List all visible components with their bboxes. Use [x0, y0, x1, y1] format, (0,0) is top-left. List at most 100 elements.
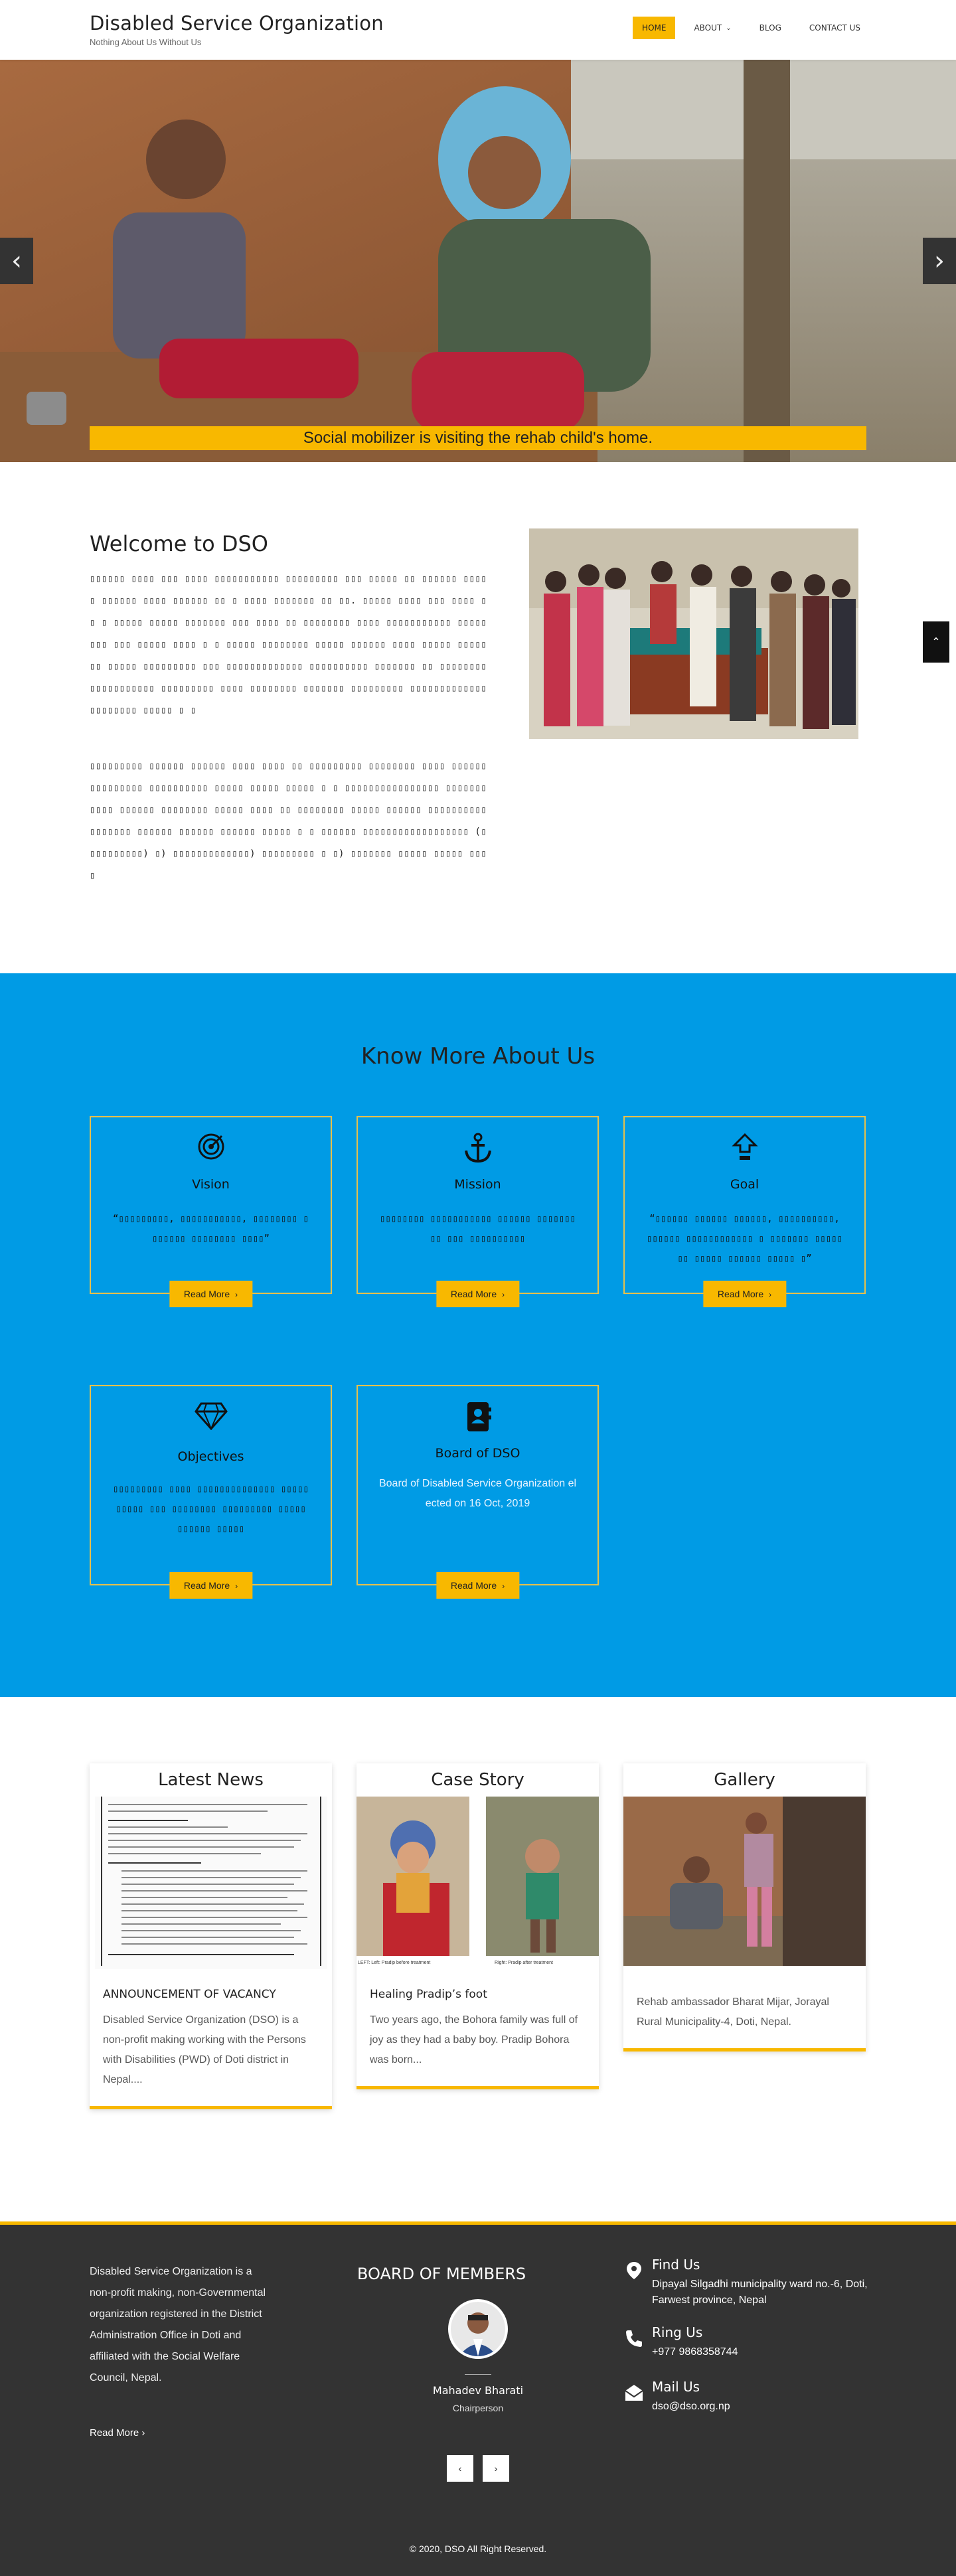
brand[interactable]: Disabled Service Organization Nothing Ab… — [90, 12, 384, 47]
card-title: Mission — [454, 1177, 501, 1192]
read-more-button[interactable]: Read More › — [702, 1281, 787, 1307]
story-excerpt: Two years ago, the Bohora family was ful… — [370, 2014, 578, 2065]
site-title[interactable]: Disabled Service Organization — [90, 12, 384, 35]
story-title[interactable]: Healing Pradip’s foot — [370, 1988, 586, 2001]
nav-blog-label: BLOG — [759, 23, 781, 33]
news-title[interactable]: ANNOUNCEMENT OF VACANCY — [103, 1988, 319, 2001]
welcome-paragraph-2: ▯▯▯▯▯▯▯▯▯ ▯▯▯▯▯▯ ▯▯▯▯▯▯ ▯▯▯▯ ▯▯▯▯ ▯▯ ▯▯▯… — [90, 761, 487, 881]
envelope-icon — [625, 2385, 643, 2401]
members-next-button[interactable]: › — [483, 2455, 509, 2482]
chevron-right-icon: › — [494, 2463, 498, 2474]
contact-address: Dipayal Silgadhi municipality ward no.-6… — [652, 2279, 868, 2306]
case-story-image: LEFT: Left: Pradip before treatment Righ… — [357, 1797, 599, 1969]
footer-about-text: Disabled Service Organization is a non-p… — [90, 2266, 266, 2383]
hero-caption: Social mobilizer is visiting the rehab c… — [90, 426, 866, 450]
nav-contact[interactable]: CONTACT US — [800, 17, 870, 39]
chevron-right-icon: › — [502, 1581, 505, 1591]
nav-contact-label: CONTACT US — [809, 23, 860, 33]
group-photo — [529, 528, 858, 739]
card-heading: Case Story — [431, 1770, 524, 1790]
read-more-label: Read More — [183, 1289, 230, 1299]
card-text: “▯▯▯▯▯▯▯▯▯, ▯▯▯▯▯▯▯▯▯▯▯, ▯▯▯▯▯▯▯▯ ▯ ▯▯▯▯… — [112, 1214, 309, 1244]
board-members-heading: BOARD OF MEMBERS — [357, 2265, 526, 2283]
latest-news-card[interactable]: Latest News ANNOUNCEMENT OF VACANCY Disa… — [90, 1763, 332, 2109]
diamond-icon — [91, 1401, 331, 1430]
chevron-right-icon: › — [769, 1290, 772, 1299]
case-story-card[interactable]: Case Story LEFT: Left: Pradip before tre… — [357, 1763, 599, 2089]
read-more-button[interactable]: Read More › — [169, 1572, 253, 1599]
chevron-left-icon: ‹ — [458, 2463, 462, 2474]
chevron-down-icon: ⌄ — [726, 24, 732, 32]
card-text: ▯▯▯▯▯▯▯▯ ▯▯▯▯▯▯▯▯▯▯▯ ▯▯▯▯▯▯ ▯▯▯▯▯▯▯▯▯ ▯▯… — [379, 1214, 576, 1244]
card-title: Vision — [192, 1177, 230, 1192]
contact-phone[interactable]: +977 9868358744 — [652, 2344, 878, 2360]
nav-home-label: HOME — [642, 23, 667, 33]
slider-next-button[interactable]: › — [923, 238, 956, 284]
welcome-heading: Welcome to DSO — [90, 531, 268, 556]
card-title: Goal — [730, 1177, 759, 1192]
main-nav: HOME ABOUT ⌄ BLOG CONTACT US — [623, 17, 870, 39]
chevron-right-icon: › — [502, 1290, 505, 1299]
back-to-top-button[interactable]: ⌃ — [923, 621, 949, 663]
nav-home[interactable]: HOME — [633, 17, 676, 39]
location-pin-icon — [627, 2262, 641, 2279]
phone-icon — [626, 2330, 642, 2347]
read-more-button[interactable]: Read More › — [169, 1281, 253, 1307]
card-goal: Goal “▯▯▯▯▯▯ ▯▯▯▯▯▯ ▯▯▯▯▯▯, ▯▯▯▯▯▯▯▯▯▯, … — [623, 1116, 866, 1307]
contact-email[interactable]: dso@dso.org.np — [652, 2399, 878, 2415]
card-title: Objectives — [177, 1449, 244, 1464]
know-more-heading: Know More About Us — [360, 1043, 596, 1070]
contact-label: Ring Us — [652, 2324, 703, 2340]
vacancy-document-image — [94, 1797, 327, 1969]
hero-slider: ‹ › Social mobilizer is visiting the reh… — [0, 60, 956, 462]
target-icon — [91, 1132, 331, 1161]
slider-prev-button[interactable]: ‹ — [0, 238, 33, 284]
read-more-label: Read More — [183, 1580, 230, 1591]
card-vision: Vision “▯▯▯▯▯▯▯▯▯, ▯▯▯▯▯▯▯▯▯▯▯, ▯▯▯▯▯▯▯▯… — [90, 1116, 332, 1307]
image-caption-left: LEFT: Left: Pradip before treatment — [358, 1961, 430, 1965]
card-board: Board of DSO Board of Disabled Service O… — [357, 1385, 599, 1599]
read-more-label: Read More — [717, 1289, 764, 1299]
nav-about-label: ABOUT — [694, 23, 722, 33]
avatar — [448, 2299, 508, 2359]
image-caption-right: Right: Pradip after treatment — [495, 1961, 553, 1965]
contact-label: Mail Us — [652, 2379, 700, 2395]
footer-read-more-link[interactable]: Read More › — [90, 2427, 145, 2439]
contact-label: Find Us — [652, 2257, 700, 2273]
member-name: Mahadev Bharati — [432, 2384, 524, 2397]
chevron-right-icon: › — [235, 1581, 238, 1591]
read-more-label: Read More — [450, 1289, 497, 1299]
welcome-section: Welcome to DSO ▯▯▯▯▯▯ ▯▯▯▯ ▯▯▯ ▯▯▯▯ ▯▯▯▯… — [0, 462, 956, 973]
chevron-right-icon: › — [235, 1290, 238, 1299]
chevron-up-icon: ⌃ — [931, 637, 941, 648]
card-text: Board of Disabled Service Organization e… — [378, 1478, 577, 1509]
hero-photo — [0, 60, 956, 462]
site-footer: Disabled Service Organization is a non-p… — [0, 2221, 956, 2576]
card-heading: Gallery — [714, 1770, 775, 1790]
anchor-icon — [358, 1132, 598, 1164]
divider — [465, 2374, 491, 2375]
members-prev-button[interactable]: ‹ — [447, 2455, 473, 2482]
contact-book-icon — [358, 1401, 598, 1433]
read-more-button[interactable]: Read More › — [436, 1281, 520, 1307]
nav-about[interactable]: ABOUT ⌄ — [684, 17, 740, 39]
news-section: Latest News ANNOUNCEMENT OF VACANCY Disa… — [0, 1697, 956, 2221]
site-header: Disabled Service Organization Nothing Ab… — [0, 0, 956, 60]
card-text: “▯▯▯▯▯▯ ▯▯▯▯▯▯ ▯▯▯▯▯▯, ▯▯▯▯▯▯▯▯▯▯, ▯▯▯▯▯… — [646, 1214, 842, 1264]
card-mission: Mission ▯▯▯▯▯▯▯▯ ▯▯▯▯▯▯▯▯▯▯▯ ▯▯▯▯▯▯ ▯▯▯▯… — [357, 1116, 599, 1307]
gallery-caption: Rehab ambassador Bharat Mijar, Jorayal R… — [637, 1996, 829, 2028]
chevron-right-icon: › — [141, 2427, 145, 2439]
welcome-paragraph-1: ▯▯▯▯▯▯ ▯▯▯▯ ▯▯▯ ▯▯▯▯ ▯▯▯▯▯▯▯▯▯▯▯ ▯▯▯▯▯▯▯… — [90, 574, 487, 716]
nav-blog[interactable]: BLOG — [750, 17, 791, 39]
read-more-label: Read More — [450, 1580, 497, 1591]
site-tagline: Nothing About Us Without Us — [90, 37, 202, 47]
chevron-right-icon: › — [934, 246, 945, 276]
card-title: Board of DSO — [435, 1446, 520, 1461]
arrow-up-box-icon — [625, 1132, 864, 1163]
read-more-button[interactable]: Read More › — [436, 1572, 520, 1599]
footer-read-more-label: Read More — [90, 2427, 139, 2439]
copyright: © 2020, DSO All Right Reserved. — [409, 2543, 547, 2554]
gallery-card[interactable]: Gallery Rehab ambassador Bharat Mijar, J… — [623, 1763, 866, 2052]
know-more-section: Know More About Us Vision “▯▯▯▯▯▯▯▯▯, ▯▯… — [0, 973, 956, 1697]
card-heading: Latest News — [158, 1770, 264, 1790]
